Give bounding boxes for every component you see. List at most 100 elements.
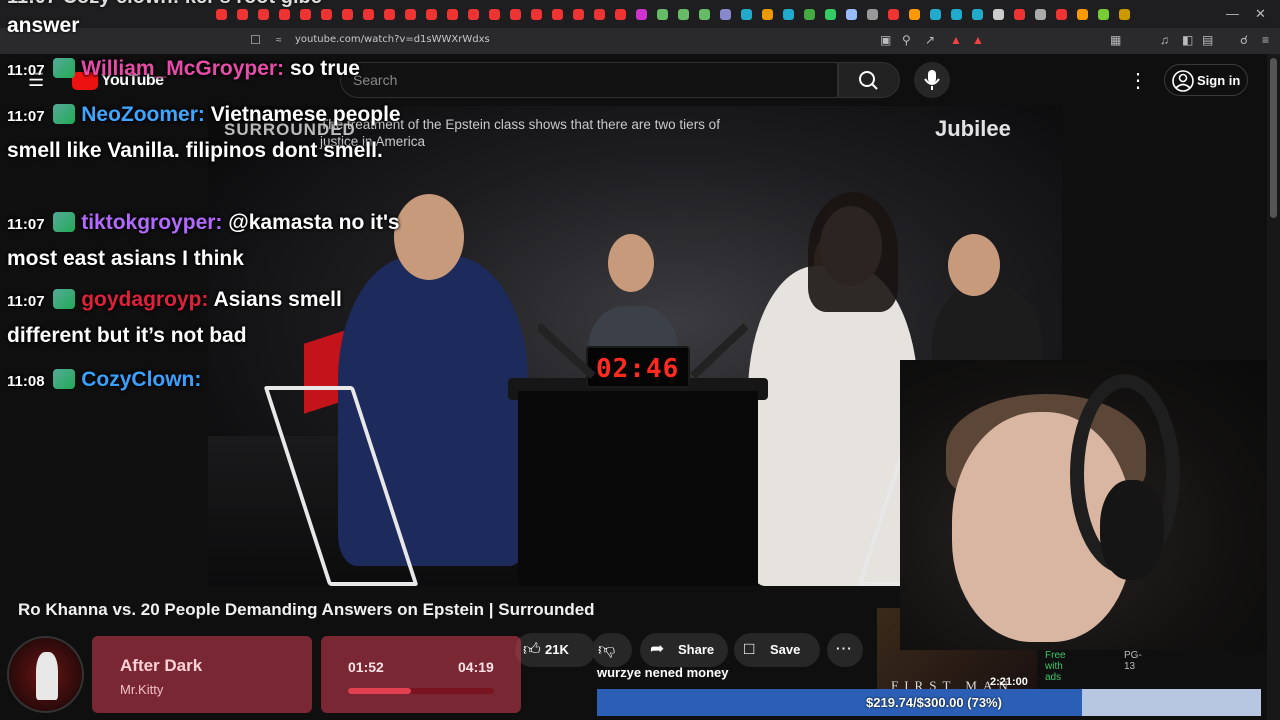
search-icon: [859, 71, 878, 90]
chat-message: 11:07 William_McGroyper: so true: [7, 52, 407, 88]
browser-tab-favicon[interactable]: [762, 9, 773, 20]
settings-kebab-icon[interactable]: ⋮: [1128, 68, 1148, 93]
browser-tab-favicon[interactable]: [804, 9, 815, 20]
track-total: 04:19: [458, 659, 494, 675]
browser-tab-favicon[interactable]: [615, 9, 626, 20]
chat-badge-icon: [53, 289, 76, 309]
browser-tab-favicon[interactable]: [1056, 9, 1067, 20]
browser-tab-favicon[interactable]: [699, 9, 710, 20]
video-title: Ro Khanna vs. 20 People Demanding Answer…: [18, 600, 595, 619]
rating-badge: PG-13: [1124, 650, 1142, 672]
menu-icon[interactable]: ≡: [1262, 33, 1269, 47]
microphone-icon: [924, 70, 940, 90]
browser-tab-favicon[interactable]: [888, 9, 899, 20]
browser-tab-favicon[interactable]: [489, 9, 500, 20]
chat-badge-icon: [53, 104, 76, 124]
chat-message: 11:07 goydagroyp: Asians smell different…: [7, 283, 407, 353]
wallet-icon[interactable]: ▤: [1202, 33, 1213, 47]
microphone-right: [690, 323, 748, 379]
jubilee-logo: Jubilee: [935, 116, 1011, 141]
extensions-icon[interactable]: ▦: [1110, 33, 1121, 47]
chat-message: 11:08 CozyClown:: [7, 363, 407, 399]
scrollbar-thumb[interactable]: [1270, 58, 1277, 218]
chat-username: goydagroyp:: [75, 288, 214, 311]
browser-tab-favicon[interactable]: [468, 9, 479, 20]
chat-badge-icon: [53, 369, 76, 389]
share-page-icon[interactable]: ↗: [925, 33, 935, 47]
browser-tab-favicon[interactable]: [1119, 9, 1130, 20]
vpn-icon[interactable]: ☌: [1240, 33, 1248, 47]
browser-tab-favicon[interactable]: [741, 9, 752, 20]
account-icon: [1172, 70, 1194, 92]
browser-tab-favicon[interactable]: [1014, 9, 1025, 20]
media-icon[interactable]: ♫: [1160, 33, 1169, 47]
headphone-earcup: [1100, 480, 1164, 580]
sidebar-icon[interactable]: ◧: [1182, 33, 1193, 47]
track-title: After Dark: [120, 656, 203, 675]
page-scrollbar[interactable]: [1267, 54, 1280, 720]
browser-tab-favicon[interactable]: [447, 9, 458, 20]
search-button[interactable]: [838, 62, 900, 98]
browser-tab-favicon[interactable]: [531, 9, 542, 20]
save-label: Save: [770, 642, 801, 657]
track-progress-fill: [348, 688, 411, 694]
voice-search-button[interactable]: [914, 62, 950, 98]
chat-overlay: 11:07 Cozy clown: ker's root gibe answer…: [0, 0, 420, 400]
donation-goal-label: $219.74/$300.00 (73%): [866, 695, 1002, 710]
rewards-icon[interactable]: ▲: [972, 33, 984, 47]
browser-tab-favicon[interactable]: [573, 9, 584, 20]
zoom-icon[interactable]: ⚲: [902, 33, 911, 47]
audience-head: [608, 234, 654, 292]
save-button[interactable]: □ Save: [734, 633, 820, 667]
chat-timestamp: 11:07: [7, 108, 45, 125]
like-count: 21K: [545, 642, 569, 657]
share-button[interactable]: ➦ Share: [640, 633, 728, 667]
countdown-timer: 02:46: [586, 346, 690, 388]
browser-tab-favicon[interactable]: [1098, 9, 1109, 20]
chat-username: CozyClown:: [75, 368, 202, 391]
browser-tab-favicon[interactable]: [678, 9, 689, 20]
webcam-overlay: [900, 360, 1267, 650]
browser-tab-favicon[interactable]: [972, 9, 983, 20]
dislike-button[interactable]: 👎︎: [592, 633, 632, 667]
chat-username: NeoZoomer:: [75, 103, 211, 126]
microphone-left: [538, 323, 596, 379]
like-button[interactable]: 👍︎ 21K: [515, 633, 595, 667]
browser-tab-favicon[interactable]: [867, 9, 878, 20]
browser-tab-favicon[interactable]: [909, 9, 920, 20]
sign-in-button[interactable]: Sign in: [1164, 64, 1248, 96]
browser-tab-favicon[interactable]: [1077, 9, 1088, 20]
browser-tab-favicon[interactable]: [783, 9, 794, 20]
browser-tab-favicon[interactable]: [720, 9, 731, 20]
album-figure: [36, 652, 58, 700]
minimize-icon[interactable]: —: [1226, 6, 1239, 21]
browser-tab-favicon[interactable]: [1035, 9, 1046, 20]
chat-timestamp: 11:07: [7, 62, 45, 79]
chat-username: William_McGroyper:: [75, 57, 290, 80]
close-window-icon[interactable]: ✕: [1255, 6, 1266, 22]
track-time-card: 01:52 04:19: [321, 636, 521, 713]
donor-message: wurzye nened money: [597, 665, 729, 680]
thumbs-up-icon: 👍︎: [523, 640, 541, 659]
browser-tab-favicon[interactable]: [636, 9, 647, 20]
browser-tab-favicon[interactable]: [993, 9, 1004, 20]
questioner-hair: [808, 192, 898, 312]
browser-tab-favicon[interactable]: [426, 9, 437, 20]
audience-head: [948, 234, 1000, 296]
browser-tab-favicon[interactable]: [846, 9, 857, 20]
chat-username: tiktokgroyper:: [75, 211, 229, 234]
chat-line-cut: 11:07 Cozy clown: ker's root gibe: [7, 0, 322, 9]
browser-tab-favicon[interactable]: [510, 9, 521, 20]
browser-tab-favicon[interactable]: [825, 9, 836, 20]
chat-badge-icon: [53, 212, 76, 232]
more-actions-button[interactable]: ⋯: [827, 633, 863, 667]
browser-tab-favicon[interactable]: [552, 9, 563, 20]
browser-tab-favicon[interactable]: [951, 9, 962, 20]
share-label: Share: [678, 642, 715, 657]
track-info-card: After Dark Mr.Kitty: [92, 636, 312, 713]
browser-tab-favicon[interactable]: [657, 9, 668, 20]
brave-shield-icon[interactable]: ▲: [950, 33, 962, 47]
browser-tab-favicon[interactable]: [594, 9, 605, 20]
browser-tab-favicon[interactable]: [930, 9, 941, 20]
screen-icon[interactable]: ▣: [880, 33, 891, 47]
